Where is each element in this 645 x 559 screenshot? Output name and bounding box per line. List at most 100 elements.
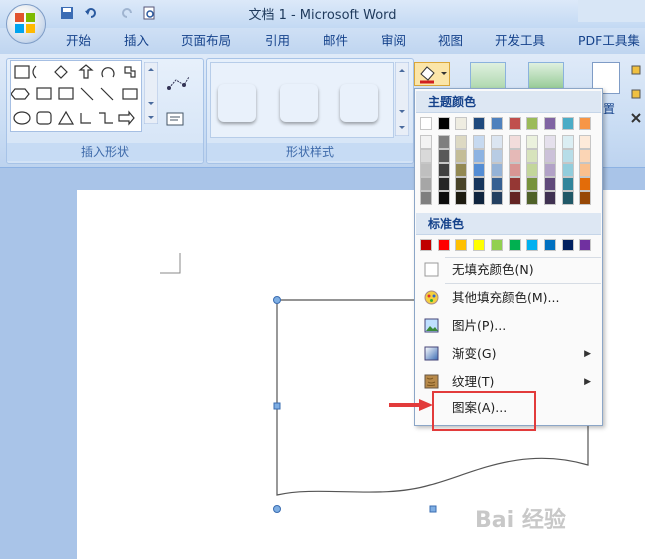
- theme-color-swatch[interactable]: [455, 135, 468, 149]
- redo-icon[interactable]: [120, 6, 134, 20]
- standard-color-swatch[interactable]: [561, 239, 574, 251]
- tab-pdf-tools[interactable]: PDF工具集: [578, 31, 640, 51]
- undo-icon[interactable]: [84, 6, 98, 20]
- theme-color-swatch[interactable]: [579, 149, 592, 163]
- standard-color-swatch[interactable]: [490, 239, 503, 251]
- theme-color-swatch[interactable]: [579, 135, 592, 149]
- standard-color-swatch[interactable]: [543, 239, 556, 251]
- theme-color-swatch[interactable]: [490, 135, 503, 149]
- theme-color-swatch[interactable]: [473, 177, 486, 191]
- theme-color-swatch[interactable]: [526, 149, 539, 163]
- theme-color-swatch[interactable]: [543, 163, 556, 177]
- text-box-icon[interactable]: [166, 112, 184, 126]
- theme-color-swatch[interactable]: [473, 163, 486, 177]
- theme-color-swatch[interactable]: [508, 177, 521, 191]
- tab-developer[interactable]: 开发工具: [495, 31, 545, 51]
- theme-color-swatch[interactable]: [579, 117, 592, 130]
- theme-color-swatch[interactable]: [526, 191, 539, 205]
- theme-color-swatch[interactable]: [473, 117, 486, 130]
- theme-color-swatch[interactable]: [561, 191, 574, 205]
- edit-shape-icon[interactable]: [166, 74, 192, 94]
- theme-color-swatch[interactable]: [490, 163, 503, 177]
- standard-color-swatch[interactable]: [508, 239, 521, 251]
- theme-color-swatch[interactable]: [561, 117, 574, 130]
- theme-color-swatch[interactable]: [526, 163, 539, 177]
- tab-review[interactable]: 审阅: [381, 31, 406, 51]
- theme-color-swatch[interactable]: [543, 177, 556, 191]
- theme-color-swatch[interactable]: [526, 135, 539, 149]
- window-controls[interactable]: [578, 0, 645, 22]
- standard-color-swatch[interactable]: [455, 239, 468, 251]
- theme-color-swatch[interactable]: [579, 191, 592, 205]
- arrange-tools-icon[interactable]: [630, 64, 645, 124]
- standard-color-swatch[interactable]: [579, 239, 592, 251]
- fill-menu-item[interactable]: 图片(P)...: [416, 313, 601, 339]
- theme-color-swatch[interactable]: [579, 163, 592, 177]
- theme-color-swatch[interactable]: [420, 135, 432, 149]
- theme-color-swatch[interactable]: [420, 149, 432, 163]
- tab-mailings[interactable]: 邮件: [323, 31, 348, 51]
- standard-color-swatch[interactable]: [420, 239, 432, 251]
- theme-color-swatch[interactable]: [561, 163, 574, 177]
- fill-menu-item[interactable]: 无填充颜色(N): [416, 257, 601, 283]
- theme-color-swatch[interactable]: [455, 177, 468, 191]
- theme-color-swatch[interactable]: [490, 191, 503, 205]
- theme-color-swatch[interactable]: [579, 177, 592, 191]
- theme-color-swatch[interactable]: [543, 149, 556, 163]
- theme-color-swatch[interactable]: [543, 135, 556, 149]
- standard-color-swatch[interactable]: [526, 239, 539, 251]
- theme-color-swatch[interactable]: [437, 135, 450, 149]
- theme-color-swatch[interactable]: [508, 135, 521, 149]
- theme-color-swatch[interactable]: [473, 149, 486, 163]
- shape-fill-dropdown: 主题颜色 标准色 无填充颜色(N) 其他填充颜色(M)... 图片(P)... 渐变(…: [414, 88, 603, 426]
- theme-color-swatch[interactable]: [561, 149, 574, 163]
- theme-color-swatch[interactable]: [490, 177, 503, 191]
- theme-color-swatch[interactable]: [455, 163, 468, 177]
- theme-color-swatch[interactable]: [420, 177, 432, 191]
- print-preview-icon[interactable]: [142, 6, 156, 20]
- fill-menu-item-label: 无填充颜色(N): [452, 262, 534, 277]
- theme-color-swatch[interactable]: [526, 117, 539, 130]
- theme-color-swatch[interactable]: [508, 191, 521, 205]
- standard-color-swatch[interactable]: [437, 239, 450, 251]
- theme-color-swatch[interactable]: [508, 149, 521, 163]
- style-swatch-orange[interactable]: [340, 84, 378, 122]
- tab-page-layout[interactable]: 页面布局: [181, 31, 231, 51]
- tab-home[interactable]: 开始: [66, 31, 91, 51]
- shapes-gallery[interactable]: [10, 60, 142, 132]
- theme-color-swatch[interactable]: [543, 117, 556, 130]
- theme-color-swatch[interactable]: [561, 177, 574, 191]
- tab-references[interactable]: 引用: [265, 31, 290, 51]
- theme-color-swatch[interactable]: [473, 191, 486, 205]
- styles-scroll[interactable]: [395, 62, 409, 136]
- save-icon[interactable]: [60, 6, 74, 20]
- theme-color-swatch[interactable]: [490, 149, 503, 163]
- shape-fill-button[interactable]: [414, 62, 450, 86]
- fill-menu-item[interactable]: 其他填充颜色(M)...: [416, 285, 601, 311]
- theme-color-swatch[interactable]: [437, 177, 450, 191]
- theme-color-swatch[interactable]: [561, 135, 574, 149]
- theme-color-swatch[interactable]: [455, 117, 468, 130]
- theme-color-swatch[interactable]: [490, 117, 503, 130]
- theme-color-swatch[interactable]: [437, 149, 450, 163]
- fill-menu-item[interactable]: 渐变(G) ▶: [416, 341, 601, 367]
- tab-insert[interactable]: 插入: [124, 31, 149, 51]
- theme-color-swatch[interactable]: [508, 117, 521, 130]
- theme-color-swatch[interactable]: [420, 163, 432, 177]
- theme-color-swatch[interactable]: [455, 149, 468, 163]
- theme-color-swatch[interactable]: [543, 191, 556, 205]
- standard-color-swatch[interactable]: [473, 239, 486, 251]
- theme-color-swatch[interactable]: [526, 177, 539, 191]
- style-swatch-black[interactable]: [218, 84, 256, 122]
- theme-color-swatch[interactable]: [420, 191, 432, 205]
- theme-color-swatch[interactable]: [473, 135, 486, 149]
- theme-color-swatch[interactable]: [455, 191, 468, 205]
- theme-color-swatch[interactable]: [437, 191, 450, 205]
- style-swatch-blue[interactable]: [280, 84, 318, 122]
- theme-color-swatch[interactable]: [437, 117, 450, 130]
- shapes-scroll[interactable]: [144, 62, 158, 124]
- theme-color-swatch[interactable]: [420, 117, 432, 130]
- theme-color-swatch[interactable]: [508, 163, 521, 177]
- theme-color-swatch[interactable]: [437, 163, 450, 177]
- tab-view[interactable]: 视图: [438, 31, 463, 51]
